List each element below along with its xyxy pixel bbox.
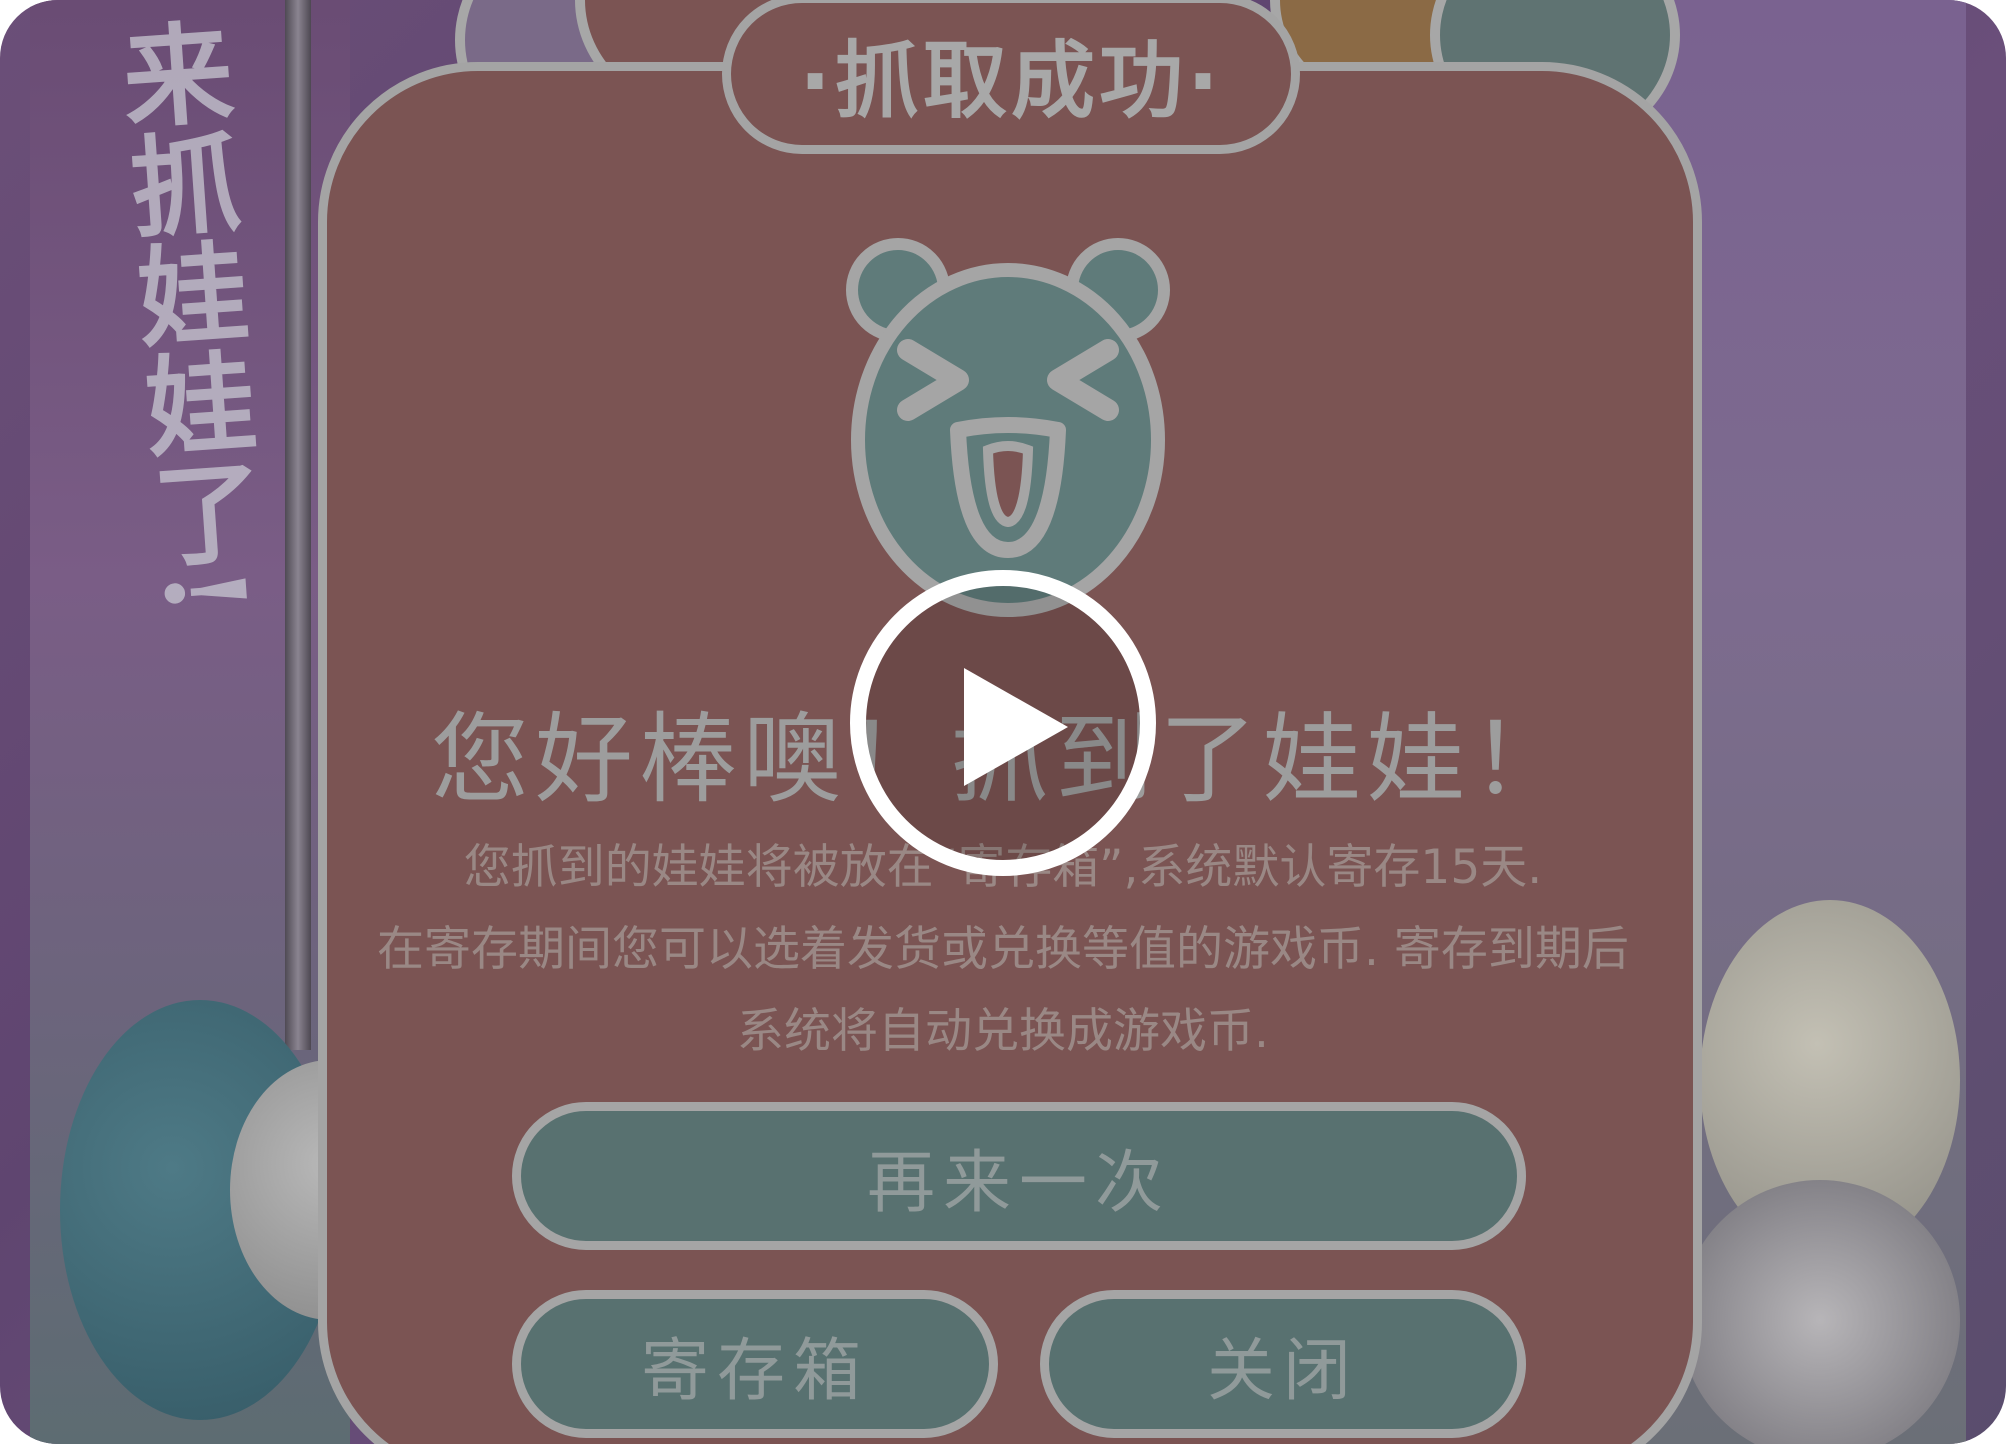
dialog-description-line-2: 在寄存期间您可以选着发货或兑换等值的游戏币. 寄存到期后 (377, 922, 1629, 977)
close-button-label: 关闭 (1206, 1331, 1359, 1411)
storage-box-button[interactable]: 寄存箱 (512, 1290, 998, 1438)
play-icon[interactable] (846, 566, 1160, 880)
dialog-description-line-3: 系统将自动兑换成游戏币. (737, 1004, 1269, 1059)
retry-button[interactable]: 再来一次 (512, 1102, 1526, 1250)
bear-face-icon (846, 238, 1170, 617)
plush-toy-right-2 (1680, 1180, 1960, 1444)
dialog-title-pill: ·抓取成功· (722, 0, 1300, 154)
retry-button-label: 再来一次 (866, 1143, 1171, 1223)
close-button[interactable]: 关闭 (1040, 1290, 1526, 1438)
storage-box-button-label: 寄存箱 (640, 1331, 869, 1411)
video-frame: 来抓娃娃了! ·抓取成功· 您好棒噢！抓到了娃娃！ 您抓到的娃娃将被放在“寄存箱… (0, 0, 2006, 1444)
dialog-title: ·抓取成功· (799, 31, 1223, 130)
